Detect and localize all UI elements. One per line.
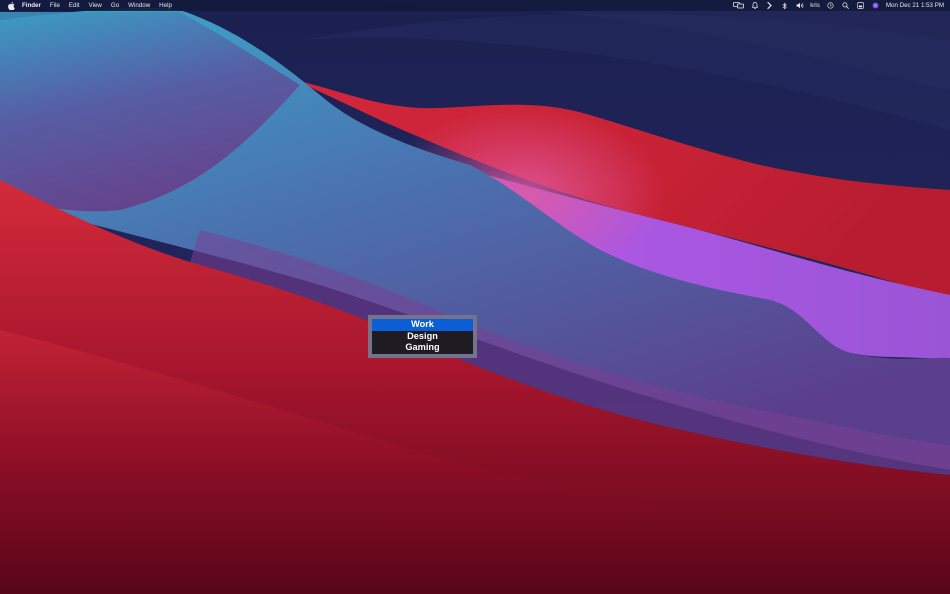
apple-logo-icon[interactable] bbox=[6, 0, 16, 11]
siri-icon[interactable] bbox=[871, 0, 880, 11]
menu-bar: Finder File Edit View Go Window Help kri… bbox=[0, 0, 950, 11]
bluetooth-icon[interactable] bbox=[780, 0, 789, 11]
chevron-right-icon[interactable] bbox=[765, 0, 774, 11]
space-switcher-list: Work Design Gaming bbox=[372, 319, 473, 354]
menu-clock[interactable]: Mon Dec 21 1:53 PM bbox=[886, 0, 944, 11]
menu-file[interactable]: File bbox=[50, 0, 60, 11]
menu-edit[interactable]: Edit bbox=[69, 0, 80, 11]
time-machine-icon[interactable] bbox=[826, 0, 835, 11]
menu-user-name[interactable]: kris bbox=[810, 0, 820, 11]
menu-window[interactable]: Window bbox=[128, 0, 150, 11]
menu-go[interactable]: Go bbox=[111, 0, 119, 11]
desktop: Finder File Edit View Go Window Help kri… bbox=[0, 0, 950, 594]
space-option-work[interactable]: Work bbox=[372, 319, 473, 331]
space-option-design[interactable]: Design bbox=[372, 331, 473, 343]
desktop-wallpaper bbox=[0, 0, 950, 594]
menu-app-name[interactable]: Finder bbox=[22, 0, 41, 11]
display-icon[interactable] bbox=[732, 0, 744, 11]
menu-bar-status: kris Mon Dec 21 1:53 PM bbox=[726, 0, 950, 11]
menu-bar-left: Finder File Edit View Go Window Help bbox=[0, 0, 181, 11]
spotlight-search-icon[interactable] bbox=[841, 0, 850, 11]
volume-icon[interactable] bbox=[795, 0, 804, 11]
space-switcher-popup: Work Design Gaming bbox=[368, 315, 477, 358]
menu-help[interactable]: Help bbox=[159, 0, 172, 11]
space-option-gaming[interactable]: Gaming bbox=[372, 342, 473, 354]
notification-bell-icon[interactable] bbox=[750, 0, 759, 11]
menu-view[interactable]: View bbox=[89, 0, 102, 11]
control-center-icon[interactable] bbox=[856, 0, 865, 11]
